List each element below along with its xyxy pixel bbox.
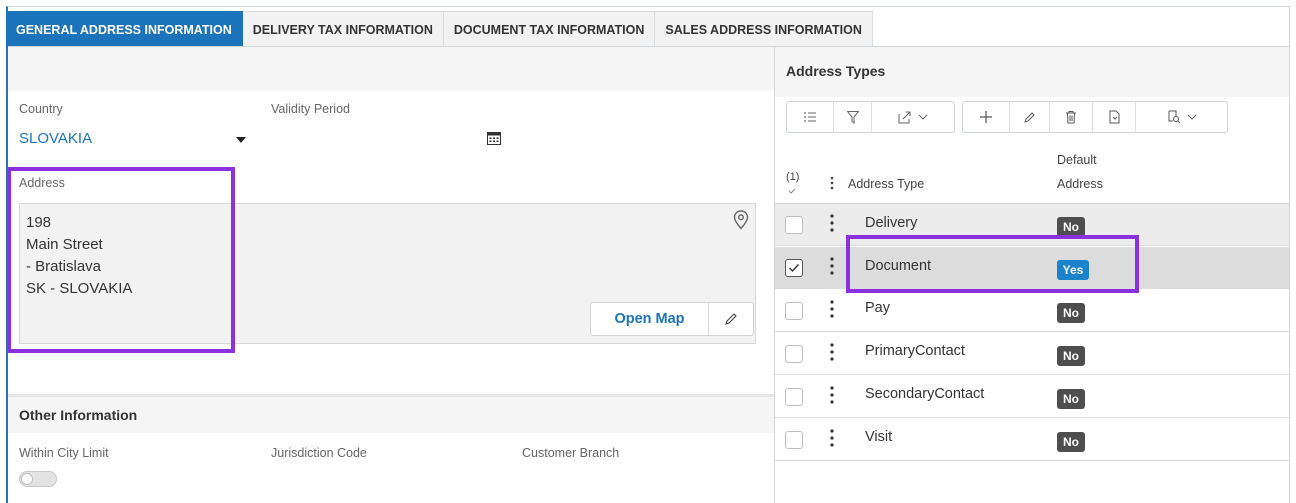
address-type-cell: Delivery: [865, 215, 918, 231]
assistance-menu-button[interactable]: [1136, 102, 1227, 132]
tab-document-tax-information[interactable]: DOCUMENT TAX INFORMATION: [443, 11, 656, 47]
address-line-2: Main Street: [26, 236, 103, 253]
table-row[interactable]: Pay No: [775, 290, 1289, 332]
row-menu-icon[interactable]: [830, 256, 834, 276]
default-address-badge: Yes: [1057, 260, 1089, 280]
address-line-3: - Bratislava: [26, 258, 102, 275]
row-checkbox[interactable]: [785, 388, 803, 406]
column-header-default-line1[interactable]: Default: [1057, 153, 1097, 167]
row-checkbox[interactable]: [785, 259, 803, 277]
column-chooser-button[interactable]: [787, 102, 834, 132]
document-copy-icon: [1109, 110, 1120, 124]
default-address-badge: No: [1057, 217, 1085, 237]
chevron-down-icon: [918, 114, 928, 120]
table-row[interactable]: PrimaryContact No: [775, 333, 1289, 375]
row-checkbox[interactable]: [785, 216, 803, 234]
column-menu-icon[interactable]: [830, 176, 834, 190]
tab-sales-address-information[interactable]: SALES ADDRESS INFORMATION: [655, 11, 873, 47]
validity-period-label: Validity Period: [271, 102, 350, 116]
tab-general-address-information[interactable]: GENERAL ADDRESS INFORMATION: [6, 11, 243, 47]
checkmark-icon: [788, 188, 796, 194]
address-label: Address: [19, 176, 65, 190]
row-checkbox[interactable]: [785, 431, 803, 449]
calendar-icon[interactable]: [487, 131, 501, 145]
address-type-cell: Visit: [865, 429, 893, 445]
default-address-badge: No: [1057, 389, 1085, 409]
delete-row-button[interactable]: [1050, 102, 1093, 132]
pencil-icon: [725, 313, 737, 325]
plus-icon: [980, 111, 992, 123]
grid-view-toolbar: [786, 101, 955, 133]
open-map-button[interactable]: Open Map: [591, 303, 709, 335]
edit-address-button[interactable]: [709, 303, 753, 335]
address-type-cell: Document: [865, 258, 932, 274]
jurisdiction-code-label: Jurisdiction Code: [271, 446, 367, 460]
country-select-value[interactable]: SLOVAKIA: [19, 130, 92, 147]
default-address-badge: No: [1057, 432, 1085, 452]
filter-icon: [846, 110, 859, 124]
default-address-badge: No: [1057, 346, 1085, 366]
duplicate-row-button[interactable]: [1093, 102, 1136, 132]
table-row[interactable]: Delivery No: [775, 204, 1289, 246]
within-city-limit-toggle[interactable]: [19, 471, 57, 487]
chevron-down-icon[interactable]: [236, 137, 246, 143]
table-row[interactable]: SecondaryContact No: [775, 376, 1289, 418]
row-checkbox[interactable]: [785, 302, 803, 320]
export-icon: [898, 111, 911, 123]
address-type-cell: SecondaryContact: [865, 386, 985, 402]
table-row[interactable]: Document Yes: [775, 247, 1289, 289]
pencil-icon: [1024, 111, 1035, 123]
within-city-limit-label: Within City Limit: [19, 446, 109, 460]
row-menu-icon[interactable]: [830, 385, 834, 405]
address-line-4: SK - SLOVAKIA: [26, 280, 133, 297]
column-header-default-line2[interactable]: Address: [1057, 177, 1103, 191]
search-document-icon: [1168, 110, 1180, 124]
address-type-cell: PrimaryContact: [865, 343, 965, 359]
country-label: Country: [19, 102, 63, 116]
checkmark-icon: [789, 264, 800, 273]
tab-bar: GENERAL ADDRESS INFORMATION DELIVERY TAX…: [6, 11, 873, 47]
customer-branch-label: Customer Branch: [522, 446, 620, 460]
selected-count: (1): [786, 171, 800, 183]
filter-button[interactable]: [834, 102, 872, 132]
trash-icon: [1066, 111, 1076, 124]
map-pin-icon[interactable]: [733, 210, 749, 230]
tab-delivery-tax-information[interactable]: DELIVERY TAX INFORMATION: [242, 11, 444, 47]
row-menu-icon[interactable]: [830, 213, 834, 233]
toggle-knob: [21, 473, 33, 485]
list-icon: [804, 112, 816, 122]
edit-row-button[interactable]: [1010, 102, 1050, 132]
row-menu-icon[interactable]: [830, 428, 834, 448]
other-information-title: Other Information: [19, 407, 138, 423]
general-section-header: [8, 47, 774, 91]
add-row-button[interactable]: [963, 102, 1010, 132]
row-checkbox[interactable]: [785, 345, 803, 363]
table-row[interactable]: Visit No: [775, 419, 1289, 461]
row-menu-icon[interactable]: [830, 299, 834, 319]
column-header-address-type[interactable]: Address Type: [848, 177, 924, 191]
address-actions: Open Map: [590, 302, 754, 336]
export-menu-button[interactable]: [872, 102, 954, 132]
default-address-badge: No: [1057, 303, 1085, 323]
grid-action-toolbar: [962, 101, 1228, 133]
chevron-down-icon: [1187, 114, 1196, 120]
address-types-title: Address Types: [786, 63, 886, 79]
address-type-cell: Pay: [865, 300, 890, 316]
address-line-1: 198: [26, 214, 52, 231]
row-menu-icon[interactable]: [830, 342, 834, 362]
